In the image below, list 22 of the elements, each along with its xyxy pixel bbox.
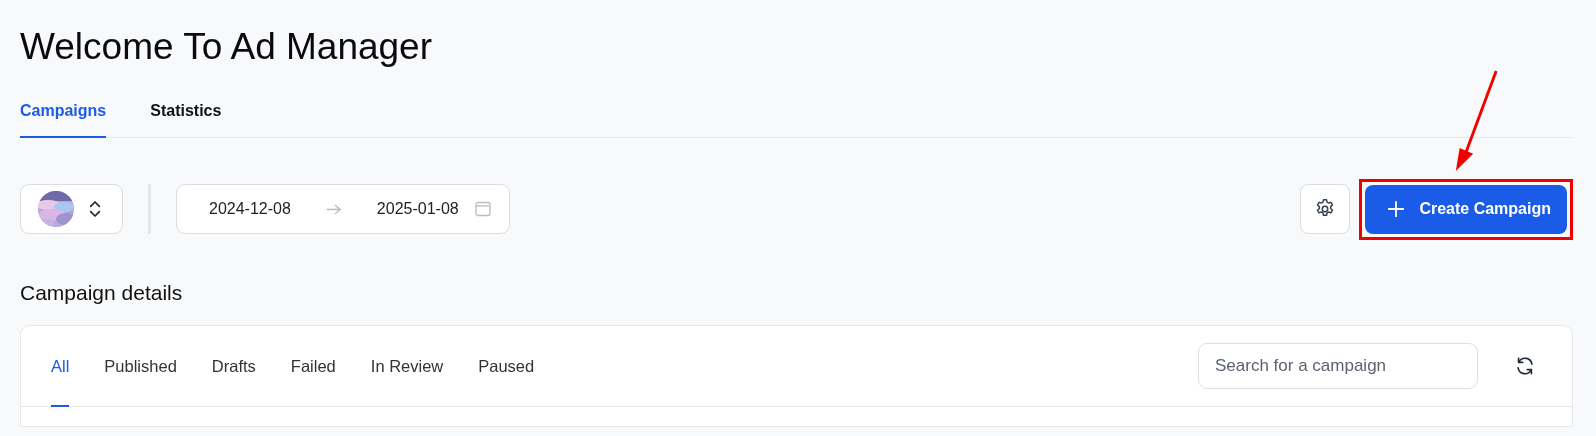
tab[interactable]: Statistics	[150, 102, 222, 138]
tab[interactable]: Campaigns	[20, 102, 107, 138]
filter-tab[interactable]: Drafts	[211, 326, 256, 407]
filter-tab[interactable]: Published	[104, 326, 177, 407]
chevron-up-down-icon	[88, 198, 102, 220]
account-switcher[interactable]	[20, 184, 123, 234]
filter-tab[interactable]: Failed	[290, 326, 336, 407]
date-range-picker[interactable]: 2024-12-08 2025-01-08	[176, 184, 510, 234]
filter-tab[interactable]: All	[51, 326, 70, 407]
page-title: Welcome To Ad Manager	[20, 25, 434, 69]
filter-tab[interactable]: In Review	[370, 326, 444, 407]
calendar-icon	[474, 201, 491, 217]
arrow-right-icon	[324, 202, 343, 216]
create-campaign-button[interactable]: Create Campaign	[1365, 184, 1567, 234]
refresh-button[interactable]	[1514, 355, 1536, 377]
search-field[interactable]: Search for a campaign	[1198, 343, 1478, 389]
filter-tab[interactable]: Paused	[478, 326, 535, 407]
end-date: 2025-01-08	[376, 200, 459, 218]
section-title: Campaign details	[20, 280, 184, 306]
settings-button[interactable]	[1300, 184, 1351, 234]
start-date: 2024-12-08	[209, 200, 291, 218]
plus-icon	[1387, 200, 1406, 218]
